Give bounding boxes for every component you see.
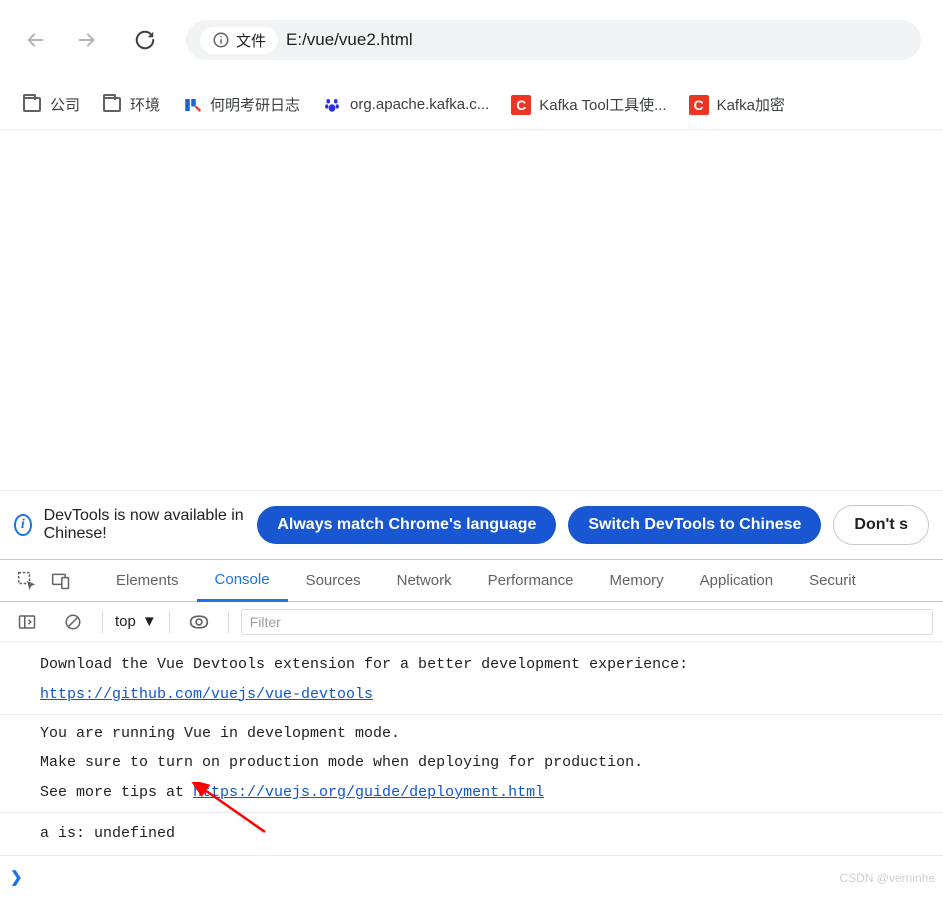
bookmark-label: Kafka Tool工具使... xyxy=(539,94,666,115)
console-text: a is: undefined xyxy=(0,819,943,849)
bookmark-label: 何明考研日志 xyxy=(210,94,300,115)
bookmark-item[interactable]: C Kafka Tool工具使... xyxy=(511,94,666,115)
bookmark-item[interactable]: 公司 xyxy=(22,94,80,115)
bookmark-label: Kafka加密 xyxy=(717,94,785,115)
tab-memory[interactable]: Memory xyxy=(592,560,682,601)
separator xyxy=(102,611,103,633)
dont-show-button[interactable]: Don't s xyxy=(833,505,929,545)
bookmark-label: 环境 xyxy=(130,94,160,115)
console-message: Download the Vue Devtools extension for … xyxy=(0,650,943,715)
console-filter-input[interactable] xyxy=(241,609,933,635)
tab-network[interactable]: Network xyxy=(379,560,470,601)
bookmark-item[interactable]: org.apache.kafka.c... xyxy=(322,95,489,115)
csdn-c-icon: C xyxy=(511,95,531,115)
bookmark-item[interactable]: 何明考研日志 xyxy=(182,94,300,115)
separator xyxy=(228,611,229,633)
reload-button[interactable] xyxy=(132,27,158,53)
separator xyxy=(169,611,170,633)
bookmark-item[interactable]: 环境 xyxy=(102,94,160,115)
console-link[interactable]: https://vuejs.org/guide/deployment.html xyxy=(193,784,544,801)
info-icon xyxy=(212,31,230,49)
devtools-language-banner: i DevTools is now available in Chinese! … xyxy=(0,490,943,560)
site-icon xyxy=(182,95,202,115)
console-output: Download the Vue Devtools extension for … xyxy=(0,642,943,901)
tab-performance[interactable]: Performance xyxy=(470,560,592,601)
forward-button[interactable] xyxy=(74,27,100,53)
tab-elements[interactable]: Elements xyxy=(98,560,197,601)
console-toolbar: top ▼ xyxy=(0,602,943,642)
console-text: Make sure to turn on production mode whe… xyxy=(0,748,943,778)
csdn-c-icon: C xyxy=(689,95,709,115)
watermark: CSDN @verninhe xyxy=(839,871,935,885)
clear-console-button[interactable] xyxy=(56,605,90,639)
console-text: See more tips at https://vuejs.org/guide… xyxy=(0,778,943,808)
back-button[interactable] xyxy=(22,27,48,53)
banner-text: DevTools is now available in Chinese! xyxy=(44,507,246,543)
info-icon: i xyxy=(14,514,32,536)
live-expressions-button[interactable] xyxy=(182,605,216,639)
always-match-language-button[interactable]: Always match Chrome's language xyxy=(257,506,556,544)
tab-security[interactable]: Securit xyxy=(791,560,874,601)
console-message: You are running Vue in development mode.… xyxy=(0,715,943,813)
baidu-paw-icon xyxy=(322,95,342,115)
context-label: top xyxy=(115,613,136,630)
console-prompt[interactable]: ❯ xyxy=(0,856,943,901)
context-selector[interactable]: top ▼ xyxy=(115,613,157,630)
tab-console[interactable]: Console xyxy=(197,561,288,602)
folder-icon xyxy=(102,95,122,115)
toggle-sidebar-button[interactable] xyxy=(10,605,44,639)
tab-sources[interactable]: Sources xyxy=(288,560,379,601)
console-text: https://github.com/vuejs/vue-devtools xyxy=(0,680,943,710)
url-text: E:/vue/vue2.html xyxy=(286,30,413,50)
switch-devtools-language-button[interactable]: Switch DevTools to Chinese xyxy=(568,506,821,544)
browser-toolbar: 文件 E:/vue/vue2.html xyxy=(0,0,943,82)
inspect-element-button[interactable] xyxy=(10,564,44,598)
devtools-tabs: Elements Console Sources Network Perform… xyxy=(0,560,943,602)
address-bar[interactable]: 文件 E:/vue/vue2.html xyxy=(186,20,921,60)
page-info-button[interactable]: 文件 xyxy=(200,27,278,54)
console-message: a is: undefined xyxy=(0,813,943,856)
console-link[interactable]: https://github.com/vuejs/vue-devtools xyxy=(40,686,373,703)
bookmark-item[interactable]: C Kafka加密 xyxy=(689,94,785,115)
folder-icon xyxy=(22,95,42,115)
console-text: You are running Vue in development mode. xyxy=(0,719,943,749)
console-text: Download the Vue Devtools extension for … xyxy=(0,650,943,680)
file-label: 文件 xyxy=(236,30,266,51)
bookmarks-bar: 公司 环境 何明考研日志 org.apache.kafka.c... C Kaf… xyxy=(0,82,943,130)
page-content xyxy=(0,130,943,490)
bookmark-label: 公司 xyxy=(50,94,80,115)
chevron-down-icon: ▼ xyxy=(142,613,157,630)
device-toggle-button[interactable] xyxy=(44,564,78,598)
bookmark-label: org.apache.kafka.c... xyxy=(350,96,489,113)
tab-application[interactable]: Application xyxy=(682,560,791,601)
